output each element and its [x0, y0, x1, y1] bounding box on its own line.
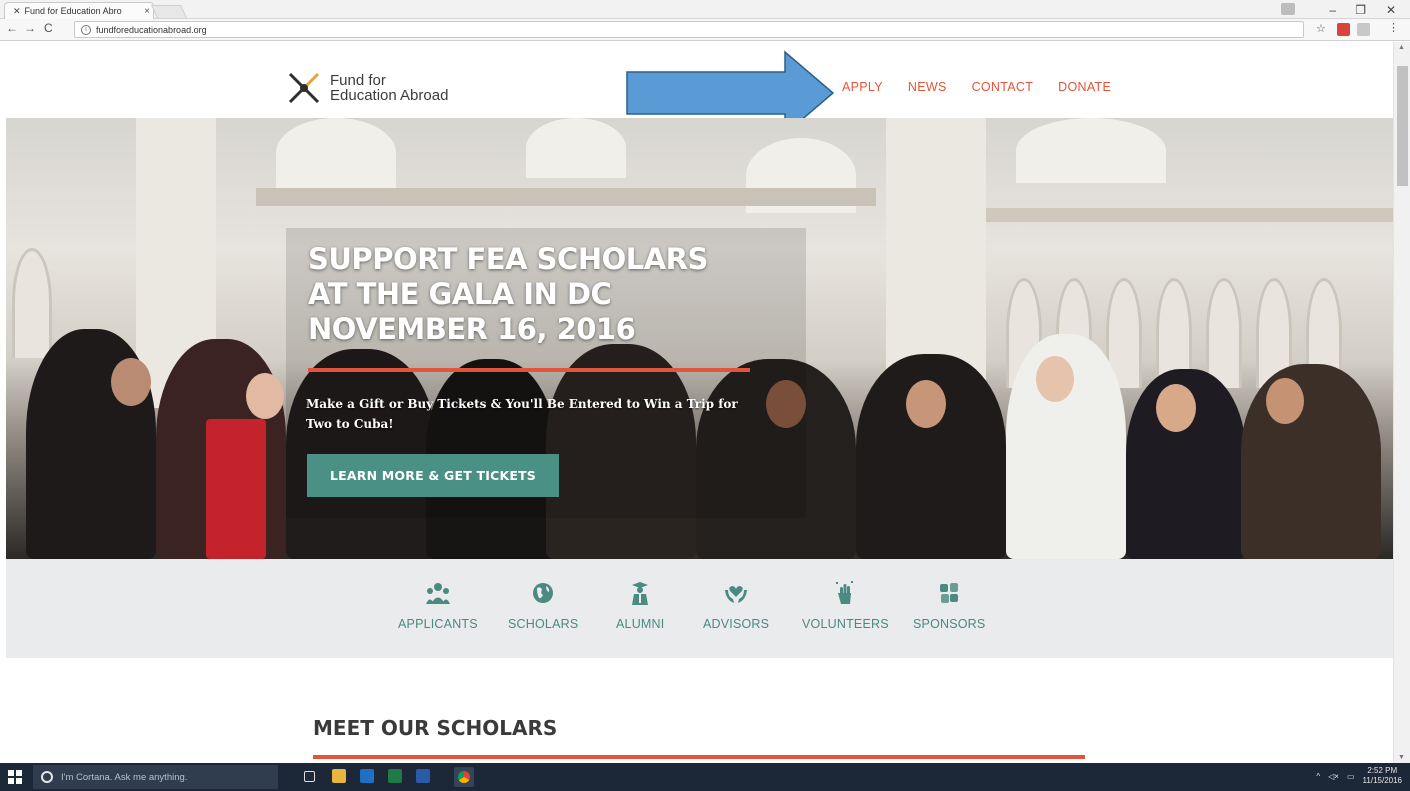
- extension-icon[interactable]: [1357, 23, 1370, 36]
- hero-subtitle: Make a Gift or Buy Tickets & You'll Be E…: [306, 397, 738, 431]
- cortana-placeholder: I'm Cortana. Ask me anything.: [61, 771, 188, 783]
- logo-text-line1: Fund for: [330, 72, 386, 89]
- word-icon[interactable]: [416, 769, 430, 783]
- logo-text-line2: Education Abroad: [330, 87, 449, 104]
- clock-date: 11/15/2016: [1362, 776, 1402, 785]
- hero-face: [1036, 356, 1074, 402]
- nav-apply[interactable]: APPLY: [842, 80, 883, 94]
- main-nav: APPLY NEWS CONTACT DONATE: [842, 80, 1136, 94]
- hero-face: [1266, 378, 1304, 424]
- handshake-icon: [937, 581, 961, 605]
- hero-arch: [12, 248, 52, 358]
- audience-label: ADVISORS: [703, 617, 770, 631]
- taskbar-clock[interactable]: 2:52 PM 11/15/2016: [1363, 766, 1402, 786]
- menu-kebab-icon[interactable]: ⋮: [1388, 21, 1399, 34]
- learn-more-button[interactable]: LEARN MORE & GET TICKETS: [307, 454, 559, 497]
- browser-tab[interactable]: ✕ Fund for Education Abro ×: [4, 2, 154, 19]
- browser-tab-strip: ✕ Fund for Education Abro × – ❐ ✕: [0, 0, 1410, 19]
- windows-start-icon[interactable]: [8, 770, 22, 784]
- raised-hand-icon: [833, 581, 857, 605]
- hero-title-line1: SUPPORT FEA SCHOLARS: [308, 242, 708, 276]
- scrollbar-thumb[interactable]: [1397, 66, 1408, 186]
- address-toolbar: ← → C i fundforeducationabroad.org ☆ ⋮: [0, 19, 1410, 41]
- task-view-icon[interactable]: [304, 771, 315, 782]
- volume-icon[interactable]: ◁×: [1328, 772, 1339, 781]
- audience-label: APPLICANTS: [398, 617, 478, 631]
- hero-rule: [308, 368, 750, 372]
- audience-label: SPONSORS: [913, 617, 986, 631]
- excel-icon[interactable]: [388, 769, 402, 783]
- hero-arch: [1206, 278, 1242, 388]
- forward-icon[interactable]: →: [24, 21, 36, 35]
- page-scrollbar[interactable]: ▲ ▼: [1393, 42, 1410, 763]
- nav-contact[interactable]: CONTACT: [972, 80, 1034, 94]
- audience-volunteers[interactable]: VOLUNTEERS: [802, 581, 889, 631]
- notifications-icon[interactable]: ▭: [1347, 772, 1355, 781]
- system-tray: ^ ◁× ▭ 2:52 PM 11/15/2016: [1316, 766, 1402, 786]
- hero-face: [906, 380, 946, 428]
- hands-heart-icon: [724, 581, 748, 605]
- hero-title-line3: NOVEMBER 16, 2016: [308, 312, 636, 346]
- tab-title: Fund for Education Abro: [24, 6, 122, 16]
- nav-news[interactable]: NEWS: [908, 80, 947, 94]
- back-icon[interactable]: ←: [6, 21, 18, 35]
- windows-taskbar: I'm Cortana. Ask me anything. ^ ◁× ▭ 2:5…: [0, 763, 1410, 791]
- chrome-icon: [458, 771, 470, 783]
- hero-face: [246, 373, 284, 419]
- outlook-icon[interactable]: [360, 769, 374, 783]
- hero-column: [886, 118, 986, 388]
- minimize-icon[interactable]: –: [1329, 0, 1336, 19]
- extension-icon[interactable]: [1337, 23, 1350, 36]
- graduate-icon: [628, 581, 652, 605]
- hero-person: [206, 419, 266, 559]
- cortana-search[interactable]: I'm Cortana. Ask me anything.: [33, 765, 278, 789]
- hero-frieze: [256, 188, 876, 206]
- hero-face: [1156, 384, 1196, 432]
- cortana-icon: [41, 771, 53, 783]
- hero-dome: [1016, 118, 1166, 183]
- url-text: fundforeducationabroad.org: [96, 24, 207, 35]
- scroll-up-icon[interactable]: ▲: [1398, 44, 1405, 51]
- audience-band: APPLICANTS SCHOLARS ALUMNI ADVISORS VOLU…: [6, 559, 1393, 658]
- new-tab-button[interactable]: [150, 5, 188, 18]
- bookmark-star-icon[interactable]: ☆: [1316, 22, 1326, 35]
- hero-person: [1241, 364, 1381, 559]
- hero-banner: SUPPORT FEA SCHOLARS AT THE GALA IN DC N…: [6, 118, 1393, 559]
- hero-dome: [276, 118, 396, 188]
- audience-advisors[interactable]: ADVISORS: [703, 581, 769, 631]
- hero-dome: [526, 118, 626, 178]
- fea-logo-icon: ✕: [13, 5, 21, 16]
- section-rule: [313, 755, 1085, 759]
- site-logo[interactable]: Fund for Education Abroad: [286, 70, 448, 106]
- section-title: MEET OUR SCHOLARS: [313, 716, 558, 740]
- hero-title: SUPPORT FEA SCHOLARS AT THE GALA IN DC N…: [308, 242, 708, 347]
- tray-expand-icon[interactable]: ^: [1316, 772, 1320, 781]
- hero-title-line2: AT THE GALA IN DC: [308, 277, 612, 311]
- audience-alumni[interactable]: ALUMNI: [616, 581, 664, 631]
- globe-icon: [531, 581, 555, 605]
- hero-frieze: [986, 208, 1393, 222]
- restore-icon[interactable]: ❐: [1355, 0, 1366, 19]
- profile-icon[interactable]: [1281, 3, 1295, 15]
- audience-sponsors[interactable]: SPONSORS: [913, 581, 985, 631]
- fea-logo-icon: [288, 72, 320, 104]
- audience-label: VOLUNTEERS: [802, 617, 889, 631]
- audience-applicants[interactable]: APPLICANTS: [398, 581, 478, 631]
- url-bar[interactable]: i fundforeducationabroad.org: [74, 21, 1304, 38]
- clock-time: 2:52 PM: [1367, 766, 1398, 775]
- hero-face: [111, 358, 151, 406]
- audience-label: ALUMNI: [616, 617, 665, 631]
- scroll-down-icon[interactable]: ▼: [1398, 754, 1405, 761]
- group-icon: [425, 581, 450, 605]
- audience-label: SCHOLARS: [508, 617, 579, 631]
- nav-donate[interactable]: DONATE: [1058, 80, 1111, 94]
- reload-icon[interactable]: C: [44, 21, 53, 35]
- audience-scholars[interactable]: SCHOLARS: [508, 581, 578, 631]
- info-icon[interactable]: i: [81, 24, 91, 35]
- file-explorer-icon[interactable]: [332, 769, 346, 783]
- close-window-icon[interactable]: ✕: [1386, 0, 1396, 19]
